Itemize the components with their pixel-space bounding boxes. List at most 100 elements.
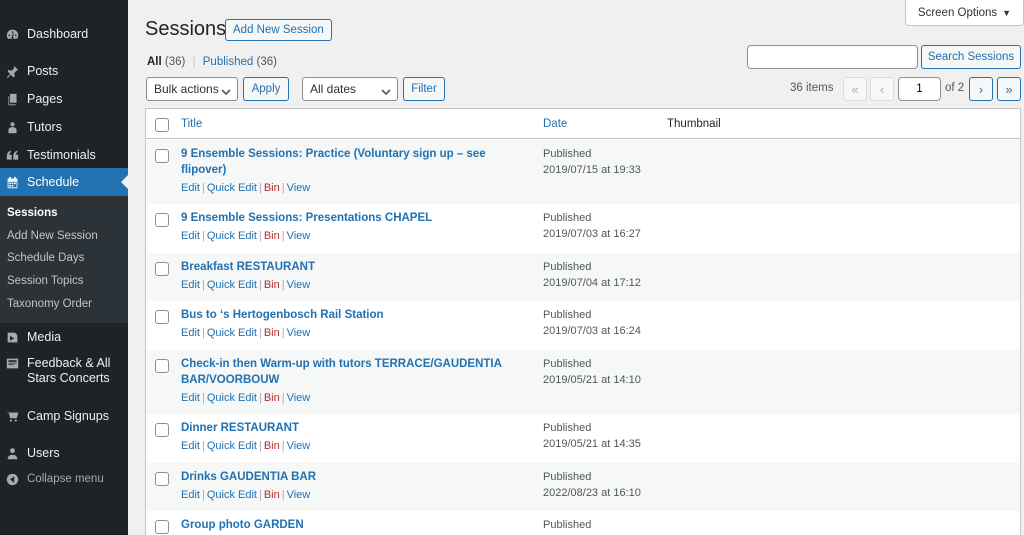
filter-all-link[interactable]: All (36) bbox=[147, 56, 185, 68]
edit-link[interactable]: Edit bbox=[181, 230, 200, 242]
column-thumbnail: Thumbnail bbox=[667, 118, 721, 130]
bin-link[interactable]: Bin bbox=[264, 489, 280, 501]
quick-edit-link[interactable]: Quick Edit bbox=[207, 230, 257, 242]
sidebar-item-media[interactable]: Media bbox=[0, 329, 128, 345]
sidebar-item-label: Camp Signups bbox=[27, 408, 109, 423]
filter-published-link[interactable]: Published (36) bbox=[203, 56, 277, 68]
row-checkbox[interactable] bbox=[155, 310, 169, 324]
table-row: Breakfast RESTAURANT Edit | Quick Edit | Bin… bbox=[146, 253, 1020, 301]
submenu-item-session-topics[interactable]: Session Topics bbox=[7, 275, 84, 287]
edit-link[interactable]: Edit bbox=[181, 440, 200, 452]
screen-options-button[interactable]: Screen Options ▼ bbox=[905, 0, 1024, 26]
session-title-link[interactable]: Drinks GAUDENTIA BAR bbox=[181, 469, 511, 485]
session-title-line: BAR/VOORBOUW bbox=[181, 374, 280, 386]
row-checkbox[interactable] bbox=[155, 359, 169, 373]
table-row: Check-in then Warm-up with tutors TERRAC… bbox=[146, 350, 1020, 414]
view-link[interactable]: View bbox=[287, 230, 311, 242]
apply-button[interactable]: Apply bbox=[243, 77, 289, 101]
session-title-link[interactable]: 9 Ensemble Sessions: Practice (Voluntary… bbox=[181, 146, 511, 178]
select-all-checkbox[interactable] bbox=[155, 118, 169, 132]
sidebar-item-label: Feedback & All Stars Concerts bbox=[27, 356, 111, 385]
column-title[interactable]: Title bbox=[181, 118, 202, 130]
row-checkbox[interactable] bbox=[155, 423, 169, 437]
session-title-link[interactable]: Bus to ‘s Hertogenbosch Rail Station bbox=[181, 307, 511, 323]
quick-edit-link[interactable]: Quick Edit bbox=[207, 489, 257, 501]
session-title-link[interactable]: Breakfast RESTAURANT bbox=[181, 259, 511, 275]
next-page-button[interactable]: › bbox=[969, 77, 993, 101]
post-date: 2019/05/21 at 14:10 bbox=[543, 374, 641, 386]
bulk-actions-select[interactable]: Bulk actions bbox=[146, 77, 238, 101]
pin-icon bbox=[6, 65, 19, 78]
table-header: Title Date Thumbnail bbox=[146, 109, 1020, 139]
sidebar-item-tutors[interactable]: Tutors bbox=[0, 119, 128, 135]
date-filter-select[interactable]: All dates bbox=[302, 77, 398, 101]
view-link[interactable]: View bbox=[287, 182, 311, 194]
row-checkbox[interactable] bbox=[155, 472, 169, 486]
sidebar-item-pages[interactable]: Pages bbox=[0, 91, 128, 107]
post-date: 2019/05/21 at 14:35 bbox=[543, 438, 641, 450]
sidebar-item-camp-signups[interactable]: Camp Signups bbox=[0, 408, 128, 424]
sidebar-item-label: Collapse menu bbox=[27, 472, 104, 485]
action-separator: | bbox=[201, 440, 205, 452]
quick-edit-link[interactable]: Quick Edit bbox=[207, 279, 257, 291]
session-title-link[interactable]: 9 Ensemble Sessions: Presentations CHAPE… bbox=[181, 210, 511, 226]
quick-edit-link[interactable]: Quick Edit bbox=[207, 182, 257, 194]
view-link[interactable]: View bbox=[287, 440, 311, 452]
post-status: Published bbox=[543, 212, 592, 224]
action-separator: | bbox=[258, 279, 262, 291]
session-title-line: Bus to ‘s Hertogenbosch Rail Station bbox=[181, 309, 384, 321]
current-page-input[interactable] bbox=[898, 77, 941, 101]
edit-link[interactable]: Edit bbox=[181, 182, 200, 194]
submenu-item-schedule-days[interactable]: Schedule Days bbox=[7, 252, 84, 264]
row-checkbox[interactable] bbox=[155, 149, 169, 163]
sidebar-item-dashboard[interactable]: Dashboard bbox=[0, 26, 128, 42]
view-link[interactable]: View bbox=[287, 392, 311, 404]
bin-link[interactable]: Bin bbox=[264, 440, 280, 452]
search-sessions-button[interactable]: Search Sessions bbox=[921, 45, 1021, 69]
quick-edit-link[interactable]: Quick Edit bbox=[207, 327, 257, 339]
total-pages: of 2 bbox=[945, 82, 965, 94]
bin-link[interactable]: Bin bbox=[264, 279, 280, 291]
post-status: Published bbox=[543, 519, 592, 531]
bin-link[interactable]: Bin bbox=[264, 392, 280, 404]
view-link[interactable]: View bbox=[287, 489, 311, 501]
bin-link[interactable]: Bin bbox=[264, 327, 280, 339]
submenu-item-taxonomy-order[interactable]: Taxonomy Order bbox=[7, 298, 92, 310]
filter-button[interactable]: Filter bbox=[403, 77, 445, 101]
sidebar-item-posts[interactable]: Posts bbox=[0, 63, 128, 79]
action-separator: | bbox=[281, 392, 285, 404]
column-date[interactable]: Date bbox=[543, 118, 567, 130]
action-separator: | bbox=[258, 392, 262, 404]
search-input[interactable] bbox=[747, 45, 918, 69]
submenu-item-sessions[interactable]: Sessions bbox=[7, 207, 58, 219]
edit-link[interactable]: Edit bbox=[181, 327, 200, 339]
row-checkbox[interactable] bbox=[155, 262, 169, 276]
collapse-menu-button[interactable]: Collapse menu bbox=[0, 471, 128, 487]
post-status: Published bbox=[543, 422, 592, 434]
session-title-link[interactable]: Check-in then Warm-up with tutors TERRAC… bbox=[181, 356, 511, 388]
sidebar-item-users[interactable]: Users bbox=[0, 445, 128, 461]
submenu-item-add-new-session[interactable]: Add New Session bbox=[7, 230, 98, 242]
bin-link[interactable]: Bin bbox=[264, 182, 280, 194]
edit-link[interactable]: Edit bbox=[181, 489, 200, 501]
edit-link[interactable]: Edit bbox=[181, 279, 200, 291]
edit-link[interactable]: Edit bbox=[181, 392, 200, 404]
view-link[interactable]: View bbox=[287, 279, 311, 291]
session-title-link[interactable]: Group photo GARDEN bbox=[181, 517, 511, 533]
session-title-line: Breakfast RESTAURANT bbox=[181, 261, 315, 273]
view-link[interactable]: View bbox=[287, 327, 311, 339]
quick-edit-link[interactable]: Quick Edit bbox=[207, 392, 257, 404]
add-new-session-button[interactable]: Add New Session bbox=[225, 19, 332, 41]
session-title-line: Group photo GARDEN bbox=[181, 519, 304, 531]
first-page-button[interactable]: « bbox=[843, 77, 867, 101]
sidebar-item-feedback[interactable]: Feedback & All Stars Concerts bbox=[0, 356, 128, 388]
quick-edit-link[interactable]: Quick Edit bbox=[207, 440, 257, 452]
row-checkbox[interactable] bbox=[155, 213, 169, 227]
sidebar-item-testimonials[interactable]: Testimonials bbox=[0, 147, 128, 163]
bin-link[interactable]: Bin bbox=[264, 230, 280, 242]
previous-page-button[interactable]: ‹ bbox=[870, 77, 894, 101]
sidebar-item-schedule[interactable]: Schedule bbox=[0, 168, 128, 196]
row-checkbox[interactable] bbox=[155, 520, 169, 534]
last-page-button[interactable]: » bbox=[997, 77, 1021, 101]
session-title-link[interactable]: Dinner RESTAURANT bbox=[181, 420, 511, 436]
